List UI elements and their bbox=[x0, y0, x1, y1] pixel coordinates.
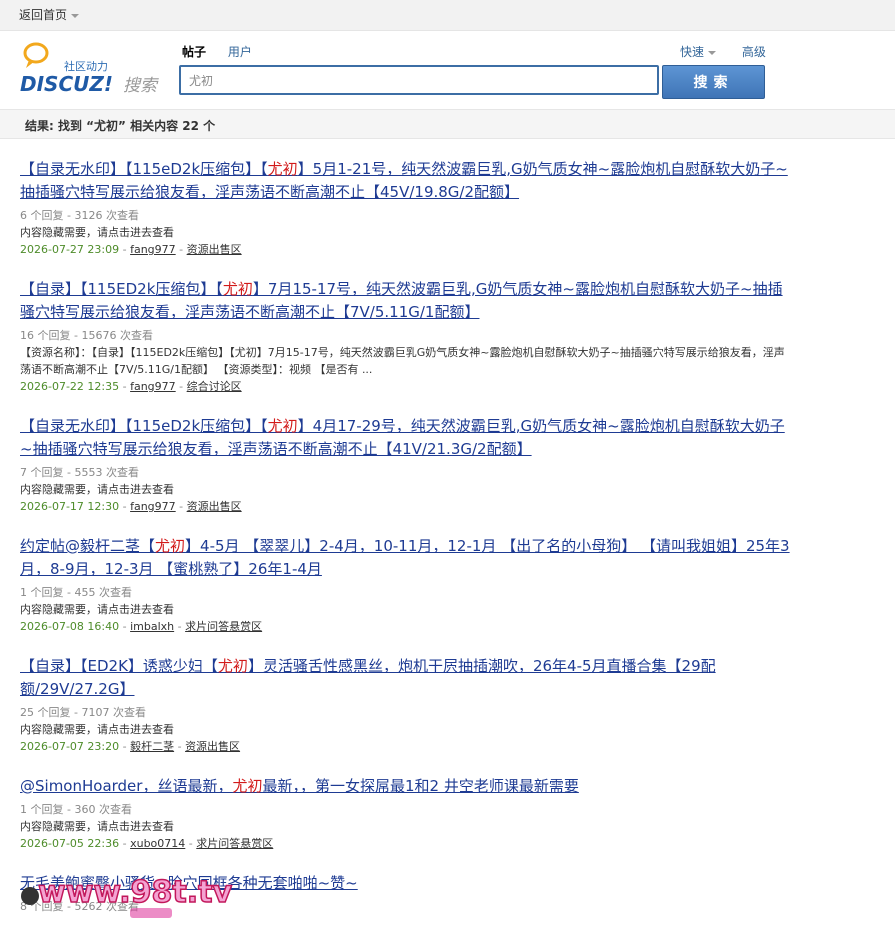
result-info: 2026-07-07 23:20 - 毅杆二茎 - 资源出售区 bbox=[20, 738, 790, 755]
result-info: 2026-07-08 16:40 - imbalxh - 求片问答悬赏区 bbox=[20, 618, 790, 635]
search-result-item: 约定帖@毅杆二茎【尤初】4-5月 【翠翠儿】2-4月，10-11月，12-1月 … bbox=[20, 535, 790, 635]
result-summary: 结果: 找到 “尤初” 相关内容 22 个 bbox=[25, 119, 216, 133]
title-text: 约定帖@毅杆二茎【 bbox=[20, 537, 156, 555]
separator: - bbox=[119, 500, 131, 513]
separator: - bbox=[119, 620, 131, 633]
separator: - bbox=[174, 620, 186, 633]
result-date: 2026-07-07 23:20 bbox=[20, 740, 120, 753]
title-highlight: 尤初 bbox=[267, 160, 298, 178]
result-author-link[interactable]: fang977 bbox=[130, 500, 176, 513]
search-result-item: 【自录】【ED2K】诱惑少妇【尤初】灵活骚舌性感黑丝，炮机干屄抽插潮吹，26年4… bbox=[20, 655, 790, 755]
result-forum-link[interactable]: 求片问答悬赏区 bbox=[185, 620, 262, 633]
separator: - bbox=[119, 380, 131, 393]
result-stats: 1 个回复 - 360 次查看 bbox=[20, 803, 132, 816]
logo-graphic: 社区动力 DISCUZ! 搜索 bbox=[20, 42, 159, 96]
result-info: 2026-07-05 22:36 - xubo0714 - 求片问答悬赏区 bbox=[20, 835, 790, 852]
result-author-link[interactable]: fang977 bbox=[130, 243, 176, 256]
tab-users[interactable]: 用户 bbox=[228, 45, 252, 59]
result-author-link[interactable]: imbalxh bbox=[130, 620, 174, 633]
result-title-link[interactable]: @SimonHoarder，丝语最新，尤初最新，，第一女探屌最1和2 井空老师课… bbox=[20, 775, 790, 798]
result-title-link[interactable]: 【自录无水印】【115eD2k压缩包】【尤初】4月17-29号，纯天然波霸巨乳,… bbox=[20, 415, 790, 461]
result-description: 内容隐藏需要，请点击进去查看 bbox=[20, 483, 174, 496]
search-result-item: 【自录】【115ED2k压缩包】【尤初】7月15-17号，纯天然波霸巨乳,G奶气… bbox=[20, 278, 790, 395]
logo-search-word: 搜索 bbox=[123, 76, 159, 96]
result-summary-bar: 结果: 找到 “尤初” 相关内容 22 个 bbox=[0, 109, 895, 139]
search-button[interactable]: 搜索 bbox=[662, 65, 765, 99]
separator: - bbox=[119, 837, 131, 850]
title-text: 【自录】【ED2K】诱惑少妇【 bbox=[20, 657, 218, 675]
result-author-link[interactable]: xubo0714 bbox=[130, 837, 185, 850]
result-date: 2026-07-05 22:36 bbox=[20, 837, 120, 850]
title-text: 【自录无水印】【115eD2k压缩包】【 bbox=[20, 160, 268, 178]
result-description: 内容隐藏需要，请点击进去查看 bbox=[20, 603, 174, 616]
separator: - bbox=[175, 243, 187, 256]
result-title-link[interactable]: 约定帖@毅杆二茎【尤初】4-5月 【翠翠儿】2-4月，10-11月，12-1月 … bbox=[20, 535, 790, 581]
search-input[interactable] bbox=[179, 65, 659, 95]
result-date: 2026-07-08 16:40 bbox=[20, 620, 120, 633]
title-highlight: 尤初 bbox=[155, 537, 186, 555]
result-description: 内容隐藏需要，请点击进去查看 bbox=[20, 820, 174, 833]
chevron-down-icon bbox=[708, 50, 717, 55]
results-list: 【自录无水印】【115eD2k压缩包】【尤初】5月1-21号，纯天然波霸巨乳,G… bbox=[20, 158, 790, 935]
separator: - bbox=[175, 380, 187, 393]
title-highlight: 尤初 bbox=[267, 417, 298, 435]
back-home-label: 返回首页 bbox=[19, 8, 68, 22]
advanced-search-link[interactable]: 高级 bbox=[742, 45, 766, 59]
result-description: 内容隐藏需要，请点击进去查看 bbox=[20, 723, 174, 736]
result-forum-link[interactable]: 资源出售区 bbox=[185, 740, 240, 753]
result-title-link[interactable]: 【自录】【ED2K】诱惑少妇【尤初】灵活骚舌性感黑丝，炮机干屄抽插潮吹，26年4… bbox=[20, 655, 790, 701]
separator: - bbox=[119, 243, 131, 256]
result-forum-link[interactable]: 资源出售区 bbox=[187, 243, 242, 256]
search-options: 快速 高级 bbox=[680, 43, 766, 60]
result-info: 2026-07-22 12:35 - fang977 - 综合讨论区 bbox=[20, 378, 790, 395]
discuz-logo[interactable]: 社区动力 DISCUZ! 搜索 bbox=[20, 40, 170, 100]
result-date: 2026-07-27 23:09 bbox=[20, 243, 120, 256]
title-text: 【自录】【115ED2k压缩包】【 bbox=[20, 280, 223, 298]
result-author-link[interactable]: 毅杆二茎 bbox=[130, 740, 174, 753]
watermark-text: www.98t.tv bbox=[38, 875, 232, 910]
tab-posts[interactable]: 帖子 bbox=[182, 45, 206, 59]
title-text: 【自录无水印】【115eD2k压缩包】【 bbox=[20, 417, 268, 435]
result-info: 2026-07-17 12:30 - fang977 - 资源出售区 bbox=[20, 498, 790, 515]
result-description: 内容隐藏需要，请点击进去查看 bbox=[20, 226, 174, 239]
result-title-link[interactable]: 【自录无水印】【115eD2k压缩包】【尤初】5月1-21号，纯天然波霸巨乳,G… bbox=[20, 158, 790, 204]
search-result-item: @SimonHoarder，丝语最新，尤初最新，，第一女探屌最1和2 井空老师课… bbox=[20, 775, 790, 852]
result-date: 2026-07-17 12:30 bbox=[20, 500, 120, 513]
site-watermark: www.98t.tv bbox=[20, 870, 240, 928]
result-info: 2026-07-27 23:09 - fang977 - 资源出售区 bbox=[20, 241, 790, 258]
result-forum-link[interactable]: 综合讨论区 bbox=[187, 380, 242, 393]
quick-search-label: 快速 bbox=[680, 45, 705, 59]
title-highlight: 尤初 bbox=[217, 657, 248, 675]
result-stats: 7 个回复 - 5553 次查看 bbox=[20, 466, 139, 479]
result-stats: 16 个回复 - 15676 次查看 bbox=[20, 329, 153, 342]
search-result-item: 【自录无水印】【115eD2k压缩包】【尤初】4月17-29号，纯天然波霸巨乳,… bbox=[20, 415, 790, 515]
result-stats: 25 个回复 - 7107 次查看 bbox=[20, 706, 146, 719]
result-forum-link[interactable]: 资源出售区 bbox=[187, 500, 242, 513]
separator: - bbox=[174, 740, 186, 753]
search-result-item: 【自录无水印】【115eD2k压缩包】【尤初】5月1-21号，纯天然波霸巨乳,G… bbox=[20, 158, 790, 258]
result-description: 【资源名称】：【自录】【115ED2k压缩包】【尤初】7月15-17号，纯天然波… bbox=[20, 346, 785, 376]
search-type-tabs: 帖子 用户 bbox=[182, 43, 270, 60]
watermark-graphic: www.98t.tv bbox=[21, 874, 233, 918]
back-home-link[interactable]: 返回首页 bbox=[19, 6, 80, 23]
result-forum-link[interactable]: 求片问答悬赏区 bbox=[196, 837, 273, 850]
result-title-link[interactable]: 【自录】【115ED2k压缩包】【尤初】7月15-17号，纯天然波霸巨乳,G奶气… bbox=[20, 278, 790, 324]
result-author-link[interactable]: fang977 bbox=[130, 380, 176, 393]
title-highlight: 尤初 bbox=[222, 280, 253, 298]
quick-search-toggle[interactable]: 快速 bbox=[680, 45, 717, 59]
result-stats: 1 个回复 - 455 次查看 bbox=[20, 586, 132, 599]
title-highlight: 尤初 bbox=[232, 777, 263, 795]
logo-tagline: 社区动力 bbox=[64, 59, 108, 73]
separator: - bbox=[175, 500, 187, 513]
result-date: 2026-07-22 12:35 bbox=[20, 380, 120, 393]
chevron-down-icon bbox=[71, 13, 80, 18]
top-bar: 返回首页 bbox=[0, 0, 895, 31]
separator: - bbox=[185, 837, 197, 850]
logo-brand: DISCUZ! bbox=[20, 72, 113, 96]
result-stats: 6 个回复 - 3126 次查看 bbox=[20, 209, 139, 222]
separator: - bbox=[119, 740, 131, 753]
title-text: @SimonHoarder，丝语最新， bbox=[20, 777, 233, 795]
title-text: 最新，，第一女探屌最1和2 井空老师课最新需要 bbox=[262, 777, 579, 795]
